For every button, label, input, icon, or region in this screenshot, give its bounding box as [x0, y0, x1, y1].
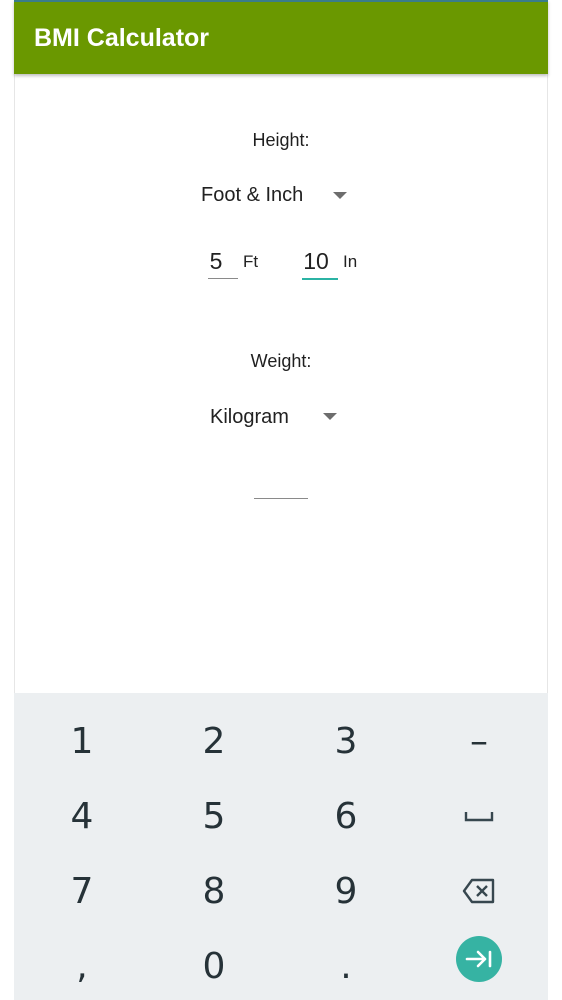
key-0[interactable]: 0 [164, 936, 264, 996]
dropdown-arrow-icon [333, 192, 347, 199]
height-label: Height: [252, 130, 310, 150]
key-1[interactable]: 1 [32, 711, 132, 771]
weight-unit-selected: Kilogram [210, 406, 289, 428]
numeric-keyboard: 1 2 3 – 4 5 6 7 8 9 , 0 . [14, 693, 548, 1000]
feet-input[interactable]: 5 [206, 248, 226, 275]
inch-underline-focused [302, 278, 338, 280]
key-3[interactable]: 3 [296, 711, 396, 771]
backspace-icon [462, 878, 495, 904]
key-minus[interactable]: – [429, 711, 529, 771]
key-backspace[interactable] [429, 861, 529, 921]
key-comma[interactable]: , [32, 936, 132, 996]
next-field-button[interactable] [456, 936, 502, 982]
weight-label: Weight: [250, 351, 312, 371]
dropdown-arrow-icon [323, 413, 337, 420]
app-title: BMI Calculator [34, 24, 210, 52]
key-6[interactable]: 6 [296, 786, 396, 846]
tab-next-icon [465, 950, 492, 968]
app-bar: BMI Calculator [14, 0, 548, 74]
key-7[interactable]: 7 [32, 861, 132, 921]
feet-unit-label: Ft [243, 252, 259, 271]
key-8[interactable]: 8 [164, 861, 264, 921]
key-5[interactable]: 5 [164, 786, 264, 846]
key-4[interactable]: 4 [32, 786, 132, 846]
height-unit-selected: Foot & Inch [201, 184, 304, 206]
key-space[interactable] [429, 786, 529, 846]
inch-input[interactable]: 10 [302, 248, 330, 275]
key-period[interactable]: . [296, 936, 396, 996]
inch-unit-label: In [343, 252, 358, 271]
space-icon [464, 812, 494, 822]
key-9[interactable]: 9 [296, 861, 396, 921]
key-2[interactable]: 2 [164, 711, 264, 771]
feet-underline [208, 278, 238, 279]
weight-underline [254, 498, 308, 499]
